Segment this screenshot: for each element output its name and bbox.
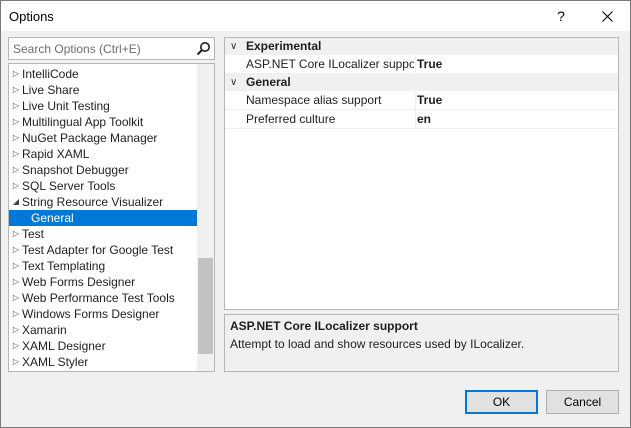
expand-arrow-icon[interactable]: ▷	[11, 130, 21, 146]
tree-item-label: Live Unit Testing	[22, 99, 110, 113]
tree-item-label: XAML Designer	[22, 339, 106, 353]
cancel-button[interactable]: Cancel	[546, 390, 619, 414]
property-name[interactable]: Namespace alias support	[246, 91, 414, 109]
property-row-ilocalizer-support[interactable]: ASP.NET Core ILocalizer support True	[225, 55, 618, 74]
expand-arrow-icon[interactable]: ▷	[11, 82, 21, 98]
property-name[interactable]: ASP.NET Core ILocalizer support	[246, 55, 414, 73]
options-tree: ▷ IntelliCode ▷ Live Share ▷ Live Unit T…	[8, 63, 215, 372]
tree-item-intellicode[interactable]: ▷ IntelliCode	[9, 66, 198, 82]
expand-arrow-icon[interactable]: ▷	[11, 354, 21, 370]
scrollbar-thumb[interactable]	[198, 258, 213, 354]
expand-arrow-icon[interactable]: ▷	[11, 274, 21, 290]
property-row-namespace-alias-support[interactable]: Namespace alias support True	[225, 91, 618, 110]
tree-item-string-resource-visualizer[interactable]: ◢ String Resource Visualizer	[9, 194, 198, 210]
category-label: Experimental	[246, 39, 322, 53]
expand-arrow-icon[interactable]: ▷	[11, 322, 21, 338]
tree-item-web-performance-test-tools[interactable]: ▷ Web Performance Test Tools	[9, 290, 198, 306]
tree-item-label: Snapshot Debugger	[22, 163, 129, 177]
tree-item-snapshot-debugger[interactable]: ▷ Snapshot Debugger	[9, 162, 198, 178]
title-bar: Options ?	[1, 1, 630, 31]
tree-item-label: Text Templating	[22, 259, 106, 273]
property-value[interactable]: True	[415, 91, 442, 109]
tree-item-label: Test Adapter for Google Test	[22, 243, 174, 257]
tree-item-label: Live Share	[22, 83, 80, 97]
options-dialog: Options ? ▷ IntelliCode ▷ Live Share	[0, 0, 631, 428]
tree-item-label: Web Performance Test Tools	[22, 291, 175, 305]
category-label: General	[246, 75, 291, 89]
tree-item-windows-forms-designer[interactable]: ▷ Windows Forms Designer	[9, 306, 198, 322]
tree-item-label: String Resource Visualizer	[22, 195, 164, 209]
property-grid: ∨ Experimental ASP.NET Core ILocalizer s…	[224, 37, 619, 310]
close-icon	[601, 10, 613, 22]
category-general[interactable]: ∨ General	[225, 74, 618, 91]
property-value[interactable]: True	[415, 55, 442, 73]
tree-item-label: XAML Styler	[22, 355, 89, 369]
tree-item-label: Web Forms Designer	[22, 275, 136, 289]
expand-arrow-icon[interactable]: ▷	[11, 226, 21, 242]
expand-arrow-icon[interactable]: ▷	[11, 242, 21, 258]
ok-button[interactable]: OK	[465, 390, 538, 414]
tree-item-test[interactable]: ▷ Test	[9, 226, 198, 242]
tree-item-text-templating[interactable]: ▷ Text Templating	[9, 258, 198, 274]
close-button[interactable]	[584, 1, 630, 31]
expand-arrow-icon[interactable]: ▷	[11, 306, 21, 322]
tree-item-xaml-styler[interactable]: ▷ XAML Styler	[9, 354, 198, 370]
search-box	[8, 37, 215, 60]
expand-arrow-icon[interactable]: ▷	[11, 258, 21, 274]
expand-arrow-icon[interactable]: ▷	[11, 178, 21, 194]
property-row-preferred-culture[interactable]: Preferred culture en	[225, 110, 618, 129]
tree-scrollbar[interactable]	[197, 64, 214, 371]
tree-item-label: NuGet Package Manager	[22, 131, 158, 145]
expand-arrow-icon[interactable]: ▷	[11, 98, 21, 114]
property-name[interactable]: Preferred culture	[246, 110, 414, 128]
window-title: Options	[9, 9, 54, 24]
help-icon: ?	[557, 8, 565, 24]
tree-list: ▷ IntelliCode ▷ Live Share ▷ Live Unit T…	[9, 66, 198, 370]
tree-item-label: Multilingual App Toolkit	[22, 115, 144, 129]
expand-arrow-icon[interactable]: ▷	[11, 146, 21, 162]
tree-item-sql-server-tools[interactable]: ▷ SQL Server Tools	[9, 178, 198, 194]
collapse-chevron-icon[interactable]: ∨	[230, 74, 237, 91]
collapse-chevron-icon[interactable]: ∨	[230, 38, 237, 55]
description-panel: ASP.NET Core ILocalizer support Attempt …	[224, 314, 619, 372]
tree-item-label: SQL Server Tools	[22, 179, 116, 193]
collapse-arrow-icon[interactable]: ◢	[11, 194, 21, 210]
tree-item-label: Rapid XAML	[22, 147, 90, 161]
description-title: ASP.NET Core ILocalizer support	[230, 319, 418, 333]
tree-item-web-forms-designer[interactable]: ▷ Web Forms Designer	[9, 274, 198, 290]
tree-item-label: General	[31, 211, 74, 225]
tree-item-rapid-xaml[interactable]: ▷ Rapid XAML	[9, 146, 198, 162]
tree-item-label: Windows Forms Designer	[22, 307, 160, 321]
tree-item-xamarin[interactable]: ▷ Xamarin	[9, 322, 198, 338]
tree-item-label: IntelliCode	[22, 67, 79, 81]
search-icon[interactable]	[196, 41, 211, 56]
tree-item-live-share[interactable]: ▷ Live Share	[9, 82, 198, 98]
expand-arrow-icon[interactable]: ▷	[11, 290, 21, 306]
expand-arrow-icon[interactable]: ▷	[11, 338, 21, 354]
tree-item-general[interactable]: General	[9, 210, 198, 226]
tree-item-xaml-designer[interactable]: ▷ XAML Designer	[9, 338, 198, 354]
tree-item-live-unit-testing[interactable]: ▷ Live Unit Testing	[9, 98, 198, 114]
category-experimental[interactable]: ∨ Experimental	[225, 38, 618, 55]
expand-arrow-icon[interactable]: ▷	[11, 114, 21, 130]
tree-item-nuget-package-manager[interactable]: ▷ NuGet Package Manager	[9, 130, 198, 146]
expand-arrow-icon[interactable]: ▷	[11, 162, 21, 178]
property-value[interactable]: en	[415, 110, 431, 128]
help-button[interactable]: ?	[538, 1, 584, 31]
expand-arrow-icon[interactable]: ▷	[11, 66, 21, 82]
description-text: Attempt to load and show resources used …	[230, 337, 525, 351]
tree-item-label: Test	[22, 227, 45, 241]
tree-item-test-adapter-google-test[interactable]: ▷ Test Adapter for Google Test	[9, 242, 198, 258]
tree-item-multilingual-app-toolkit[interactable]: ▷ Multilingual App Toolkit	[9, 114, 198, 130]
tree-item-label: Xamarin	[22, 323, 67, 337]
search-input[interactable]	[9, 38, 197, 59]
